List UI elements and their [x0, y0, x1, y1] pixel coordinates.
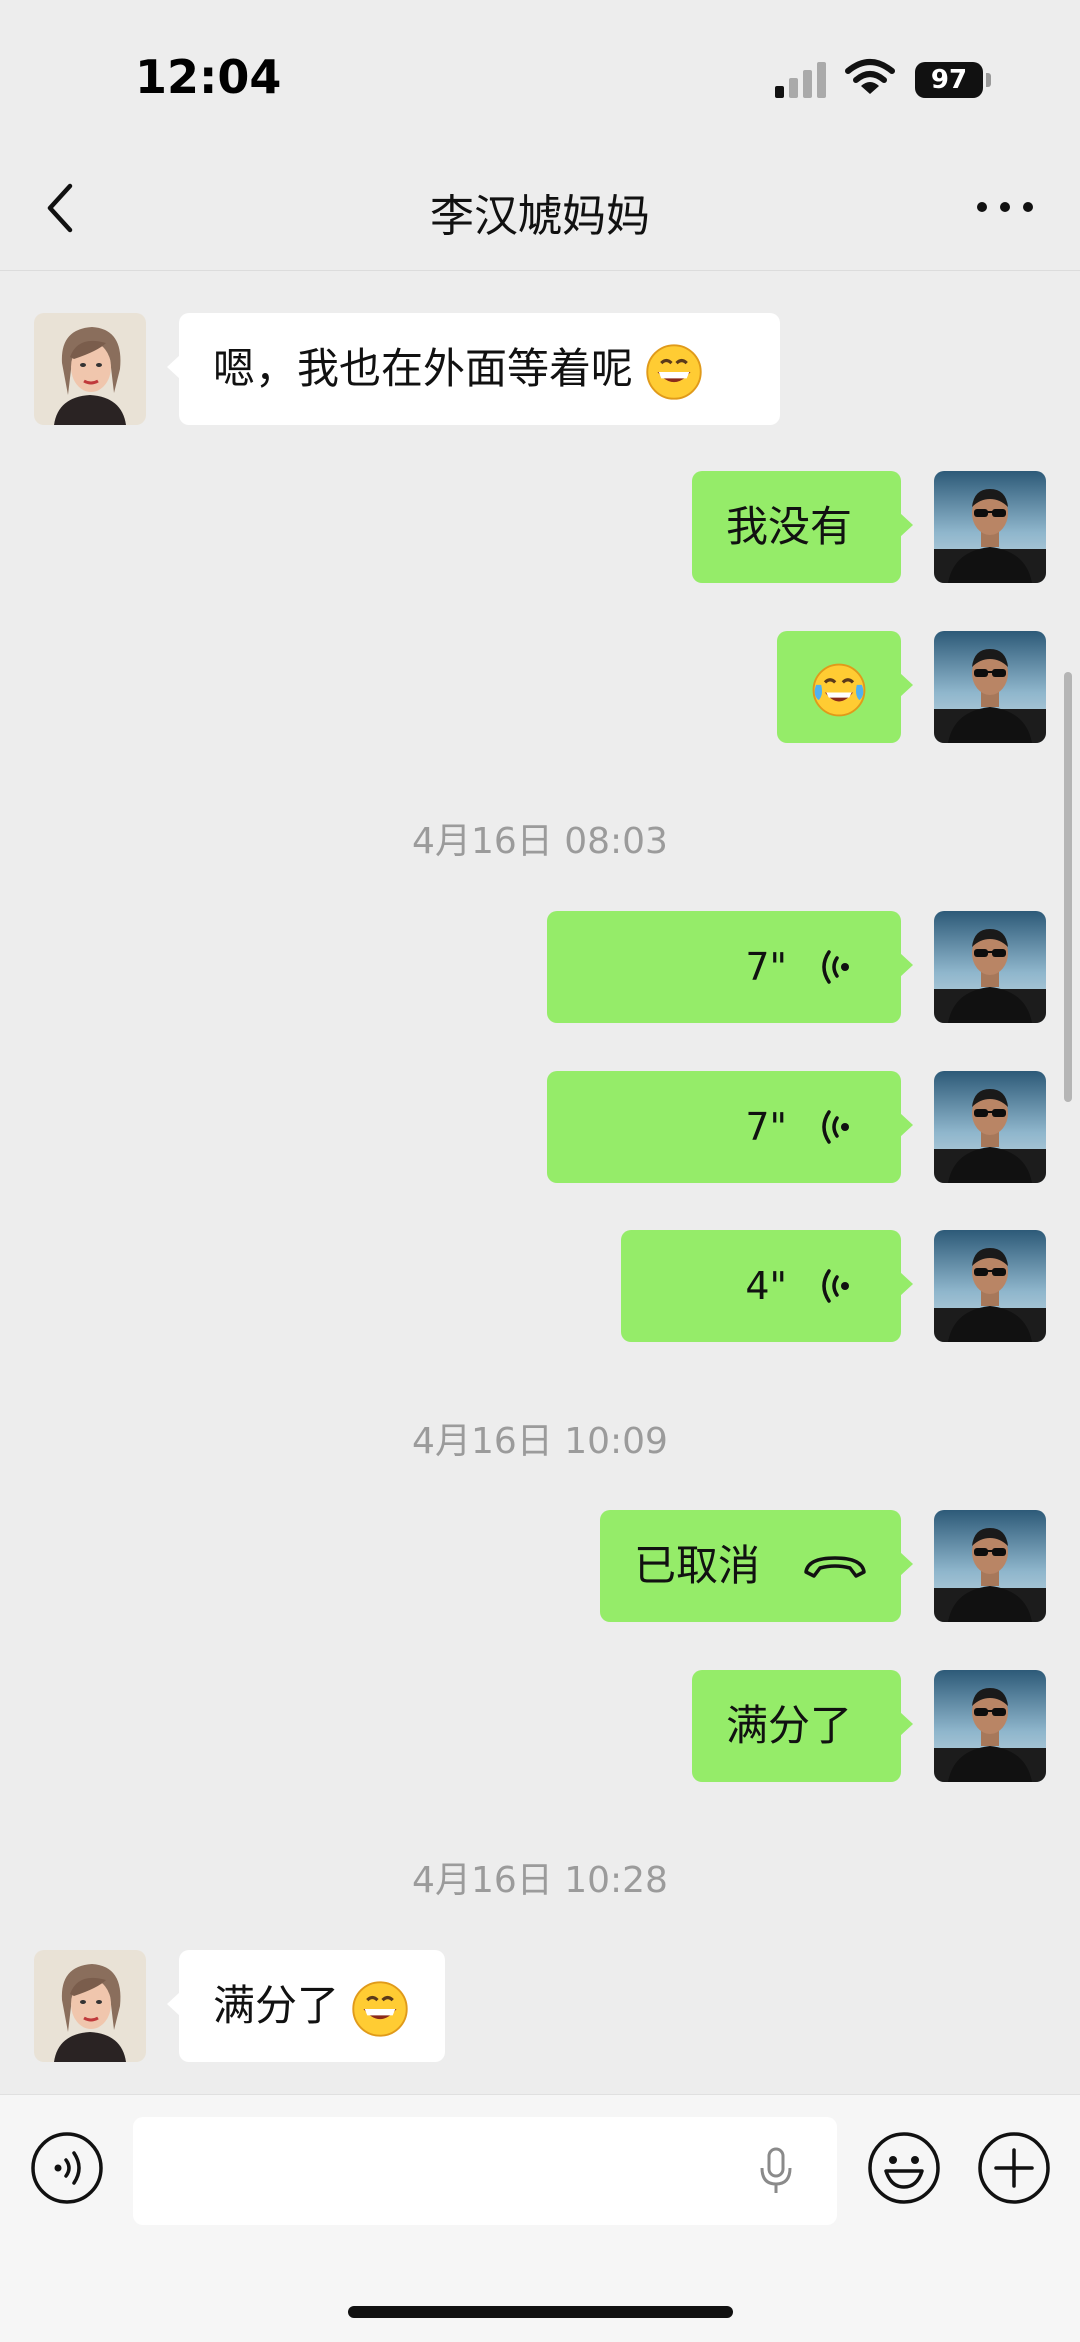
contact-avatar[interactable]: [34, 1950, 146, 2062]
emoji-icon[interactable]: [867, 2131, 941, 2205]
incoming-message[interactable]: 嗯，我也在外面等着呢: [167, 313, 780, 425]
my-avatar[interactable]: [934, 1670, 1046, 1782]
more-dots-icon[interactable]: [975, 200, 1035, 214]
wifi-icon: [845, 59, 895, 94]
chat-title: 李汉虓妈妈: [430, 191, 650, 242]
voice-wave-icon: [817, 1266, 857, 1306]
message-input[interactable]: [133, 2117, 837, 2225]
my-avatar[interactable]: [934, 471, 1046, 583]
timestamp: 4月16日 10:28: [412, 1860, 668, 1901]
voice-wave-icon: [817, 947, 857, 987]
home-indicator[interactable]: [348, 2306, 733, 2318]
my-avatar[interactable]: [934, 1071, 1046, 1183]
timestamp: 4月16日 10:09: [412, 1421, 668, 1462]
status-time: 12:04: [135, 50, 282, 104]
my-avatar[interactable]: [934, 911, 1046, 1023]
message-text: 嗯，我也在外面等着呢: [213, 344, 634, 393]
incoming-message[interactable]: 满分了: [167, 1950, 445, 2062]
grinning-face-emoji: [646, 344, 702, 400]
voice-wave-icon: [817, 1107, 857, 1147]
hang-up-phone-icon: [804, 1556, 866, 1578]
voice-duration: 7": [745, 945, 787, 989]
tears-of-joy-emoji: [811, 662, 867, 718]
status-bar: 12:04 97: [0, 0, 1080, 150]
timestamp: 4月16日 08:03: [412, 821, 668, 862]
my-avatar[interactable]: [934, 1230, 1046, 1342]
call-status-text: 已取消: [634, 1541, 761, 1590]
signal-icon: [775, 62, 827, 98]
my-avatar[interactable]: [934, 631, 1046, 743]
outgoing-message[interactable]: 满分了: [692, 1670, 913, 1782]
call-message[interactable]: 已取消: [600, 1510, 913, 1622]
voice-duration: 4": [745, 1264, 787, 1308]
outgoing-message[interactable]: 我没有: [692, 471, 913, 583]
battery-icon: 97: [915, 62, 983, 98]
contact-avatar[interactable]: [34, 313, 146, 425]
voice-message[interactable]: 4": [621, 1230, 913, 1342]
message-text: 满分了: [726, 1701, 853, 1750]
plus-icon[interactable]: [977, 2131, 1051, 2205]
voice-message[interactable]: 7": [547, 1071, 913, 1183]
message-text: 我没有: [726, 502, 853, 551]
battery-tip: [986, 73, 991, 87]
voice-duration: 7": [745, 1105, 787, 1149]
outgoing-message[interactable]: [777, 631, 913, 743]
grinning-face-emoji: [352, 1981, 408, 2037]
voice-input-icon[interactable]: [30, 2131, 104, 2205]
microphone-icon[interactable]: [758, 2146, 794, 2196]
message-text: 满分了: [213, 1981, 340, 2030]
voice-message[interactable]: 7": [547, 911, 913, 1023]
my-avatar[interactable]: [934, 1510, 1046, 1622]
scrollbar[interactable]: [1064, 672, 1072, 1102]
